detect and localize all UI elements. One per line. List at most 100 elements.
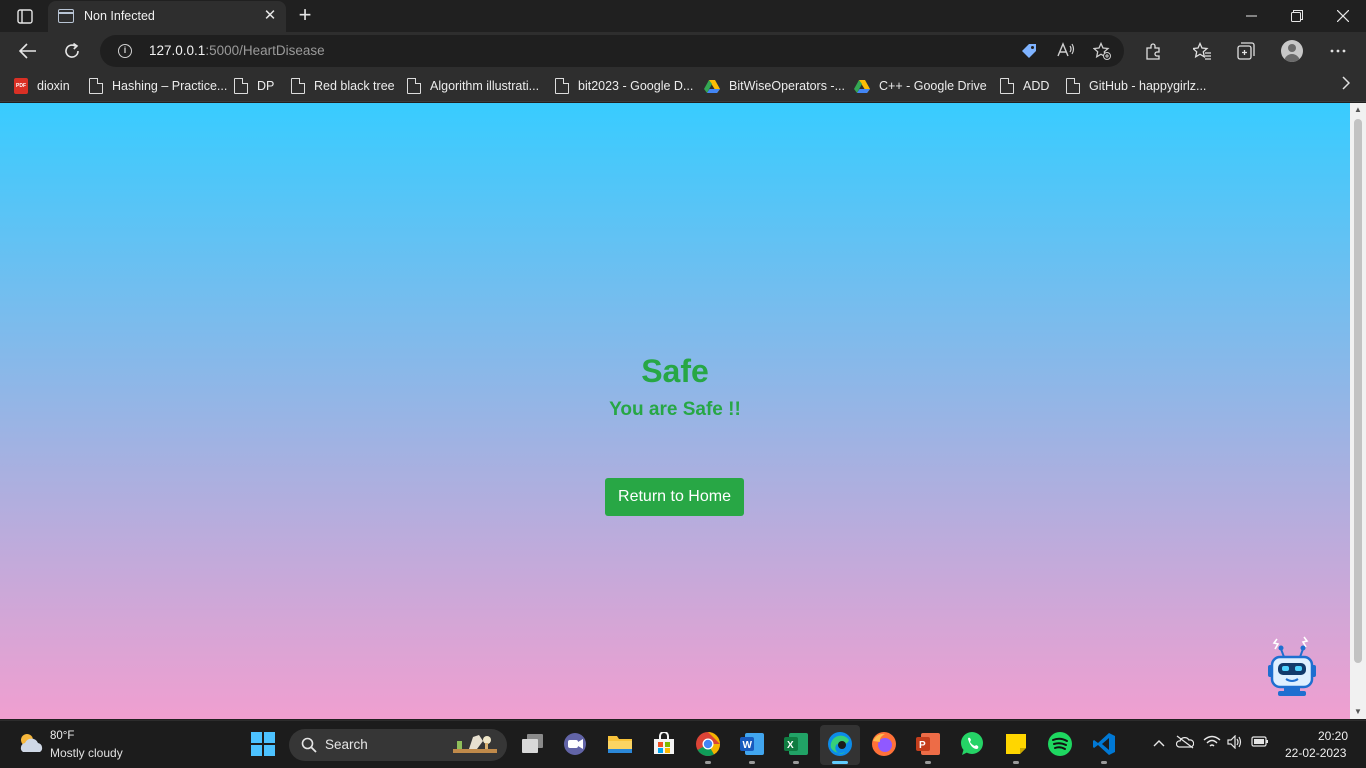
edge-icon[interactable]	[825, 729, 855, 759]
coupon-tag-icon[interactable]	[1020, 42, 1038, 60]
running-indicator	[1013, 761, 1019, 764]
page-viewport: Safe You are Safe !! Return to Home	[0, 103, 1350, 719]
page-icon	[234, 78, 248, 94]
weather-cloud-icon[interactable]	[16, 730, 46, 756]
store-icon[interactable]	[649, 729, 679, 759]
clock-date[interactable]: 22-02-2023	[1285, 746, 1346, 760]
bookmark-label: dioxin	[37, 79, 70, 93]
bookmark-item[interactable]: PDF dioxin	[14, 76, 70, 96]
bookmark-item[interactable]: C++ - Google Drive	[854, 76, 987, 96]
bookmark-item[interactable]: bit2023 - Google D...	[555, 76, 693, 96]
tab-close-icon[interactable]: ✕	[262, 7, 278, 25]
weather-description[interactable]: Mostly cloudy	[50, 746, 123, 760]
site-info-icon[interactable]: i	[118, 44, 132, 58]
page-icon	[1066, 78, 1080, 94]
teams-icon[interactable]	[560, 729, 590, 759]
collections-icon[interactable]	[1231, 37, 1261, 65]
google-drive-icon	[704, 79, 720, 93]
running-indicator	[705, 761, 711, 764]
bookmark-label: DP	[257, 79, 275, 93]
running-indicator	[925, 761, 931, 764]
weather-temperature[interactable]: 80°F	[50, 730, 74, 742]
url-text[interactable]: 127.0.0.1:5000/HeartDisease	[149, 43, 325, 58]
add-favorite-icon[interactable]	[1092, 41, 1111, 60]
spotify-icon[interactable]	[1045, 729, 1075, 759]
vertical-scrollbar[interactable]: ▲ ▼	[1350, 103, 1366, 719]
close-window-button[interactable]	[1320, 0, 1366, 32]
whatsapp-icon[interactable]	[957, 729, 987, 759]
running-indicator	[793, 761, 799, 764]
bookmark-item[interactable]: BitWiseOperators -...	[704, 76, 845, 96]
volume-icon[interactable]	[1227, 734, 1243, 752]
bookmark-item[interactable]: Red black tree	[291, 76, 395, 96]
result-subtitle: You are Safe !!	[609, 399, 741, 420]
taskbar: 80°F Mostly cloudy Search W X P 20:20 22…	[0, 720, 1366, 768]
bookmark-item[interactable]: Hashing – Practice...	[89, 76, 227, 96]
more-options-icon[interactable]	[1323, 37, 1353, 65]
onedrive-icon[interactable]	[1175, 735, 1195, 752]
chatbot-robot-icon[interactable]	[1264, 635, 1320, 697]
file-explorer-icon[interactable]	[605, 729, 635, 759]
scroll-down-icon[interactable]: ▼	[1350, 705, 1366, 719]
search-highlight-icon	[453, 735, 497, 753]
wifi-icon[interactable]	[1203, 735, 1221, 752]
minimize-button[interactable]	[1228, 0, 1274, 32]
result-title: Safe	[641, 353, 709, 389]
task-view-icon[interactable]	[518, 729, 548, 759]
tab-actions-icon[interactable]	[14, 6, 36, 26]
running-indicator	[749, 761, 755, 764]
chevron-up-icon[interactable]	[1153, 735, 1165, 750]
active-indicator	[832, 761, 848, 764]
bookmark-item[interactable]: Algorithm illustrati...	[407, 76, 539, 96]
bookmark-label: Hashing – Practice...	[112, 79, 228, 93]
chrome-icon[interactable]	[693, 729, 723, 759]
bookmark-label: GitHub - happygirlz...	[1089, 79, 1207, 93]
firefox-icon[interactable]	[869, 729, 899, 759]
profile-avatar[interactable]	[1281, 40, 1303, 62]
navigation-bar: i 127.0.0.1:5000/HeartDisease	[0, 32, 1366, 70]
favorites-icon[interactable]	[1187, 37, 1217, 65]
battery-icon[interactable]	[1251, 735, 1269, 750]
bookmark-label: ADD	[1023, 79, 1050, 93]
vscode-icon[interactable]	[1089, 729, 1119, 759]
tab-active[interactable]: Non Infected ✕	[48, 1, 286, 32]
bookmark-item[interactable]: DP	[234, 76, 274, 96]
url-host: 127.0.0.1	[149, 43, 206, 58]
back-button[interactable]	[12, 36, 44, 66]
chevron-right-icon[interactable]	[1342, 76, 1351, 95]
svg-text:X: X	[787, 740, 794, 751]
extensions-icon[interactable]	[1138, 37, 1168, 65]
address-bar[interactable]: i 127.0.0.1:5000/HeartDisease	[100, 35, 1124, 67]
title-bar: Non Infected ✕ +	[0, 0, 1366, 32]
page-icon	[291, 78, 305, 94]
refresh-button[interactable]	[56, 36, 88, 66]
return-home-button[interactable]: Return to Home	[605, 478, 744, 516]
pdf-icon: PDF	[14, 78, 28, 94]
bookmark-label: BitWiseOperators -...	[729, 79, 845, 93]
bookmark-label: bit2023 - Google D...	[578, 79, 694, 93]
scroll-thumb[interactable]	[1354, 119, 1362, 663]
svg-text:P: P	[919, 740, 926, 751]
start-icon[interactable]	[248, 729, 278, 759]
powerpoint-icon[interactable]: P	[913, 729, 943, 759]
taskbar-search[interactable]: Search	[289, 729, 507, 761]
page-icon	[89, 78, 103, 94]
page-icon	[555, 78, 569, 94]
excel-icon[interactable]: X	[781, 729, 811, 759]
sticky-notes-icon[interactable]	[1001, 729, 1031, 759]
page-icon	[407, 78, 421, 94]
page-icon	[1000, 78, 1014, 94]
tab-title: Non Infected	[84, 9, 155, 23]
read-aloud-icon[interactable]	[1057, 42, 1075, 60]
search-icon	[301, 737, 317, 753]
bookmark-label: C++ - Google Drive	[879, 79, 987, 93]
word-icon[interactable]: W	[737, 729, 767, 759]
bookmark-item[interactable]: GitHub - happygirlz...	[1066, 76, 1206, 96]
clock-time[interactable]: 20:20	[1318, 729, 1348, 743]
search-label: Search	[325, 737, 368, 752]
scroll-up-icon[interactable]: ▲	[1350, 103, 1366, 117]
new-tab-button[interactable]: +	[294, 4, 316, 27]
bookmark-item[interactable]: ADD	[1000, 76, 1049, 96]
bookmarks-bar: PDF dioxin Hashing – Practice... DP Red …	[0, 70, 1366, 102]
restore-button[interactable]	[1274, 0, 1320, 32]
